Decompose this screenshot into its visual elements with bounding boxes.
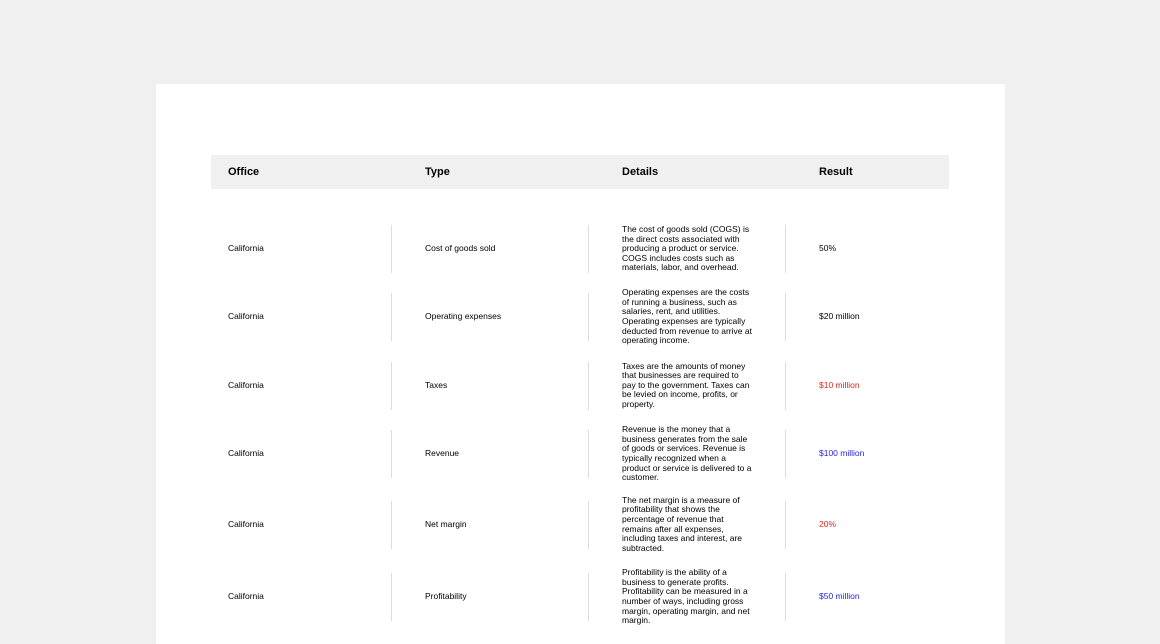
cell-details: Profitability is the ability of a busine… xyxy=(605,561,802,633)
cell-type: Operating expenses xyxy=(408,283,605,351)
table-header: Office Type Details Result xyxy=(211,155,949,189)
cell-result: $20 million xyxy=(819,311,860,322)
header-office: Office xyxy=(228,166,260,178)
cell-office: California xyxy=(211,488,408,561)
cell-type: Taxes xyxy=(408,351,605,420)
cell-office: California xyxy=(211,420,408,488)
header-details: Details xyxy=(622,166,659,178)
cell-details: Operating expenses are the costs of runn… xyxy=(605,283,802,351)
table-row: California Operating expenses Operating … xyxy=(211,283,949,351)
table-row: California Cost of goods sold The cost o… xyxy=(211,215,949,283)
cell-result: $10 million xyxy=(819,379,860,390)
cell-type: Cost of goods sold xyxy=(408,215,605,283)
cell-result: 20% xyxy=(819,518,837,529)
cell-result: 50% xyxy=(819,243,837,254)
cell-details: Revenue is the money that a business gen… xyxy=(605,420,802,488)
cell-details: Taxes are the amounts of money that busi… xyxy=(605,351,802,420)
cell-type: Profitability xyxy=(408,561,605,633)
header-result: Result xyxy=(819,166,853,178)
cell-office: California xyxy=(211,561,408,633)
cell-type: Net margin xyxy=(408,488,605,561)
cell-office: California xyxy=(211,215,408,283)
table-row: California Net margin The net margin is … xyxy=(211,488,949,561)
table-row: California Taxes Taxes are the amounts o… xyxy=(211,351,949,420)
report-card: Office Type Details Result California Co… xyxy=(156,84,1005,644)
cell-result: $100 million xyxy=(819,448,865,459)
cell-result: $50 million xyxy=(819,591,860,602)
cell-details: The net margin is a measure of profitabi… xyxy=(605,488,802,561)
table-row: California Revenue Revenue is the money … xyxy=(211,420,949,488)
cell-details: The cost of goods sold (COGS) is the dir… xyxy=(605,215,802,283)
table-row: California Profitability Profitability i… xyxy=(211,561,949,633)
cell-office: California xyxy=(211,283,408,351)
cell-office: California xyxy=(211,351,408,420)
finance-table: Office Type Details Result California Co… xyxy=(211,155,949,633)
table-body: California Cost of goods sold The cost o… xyxy=(211,215,949,633)
cell-type: Revenue xyxy=(408,420,605,488)
header-type: Type xyxy=(425,166,450,178)
